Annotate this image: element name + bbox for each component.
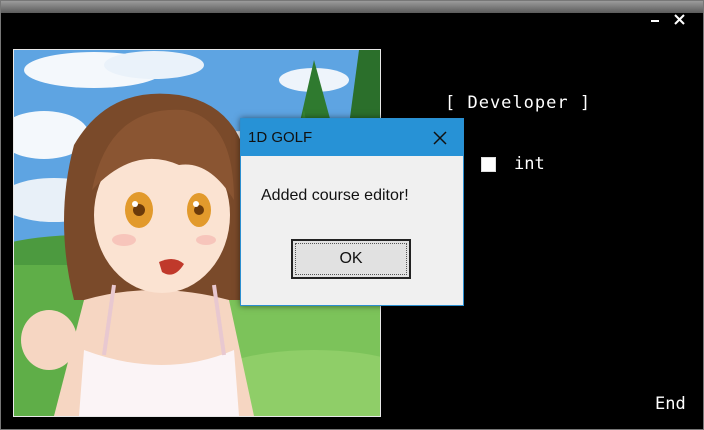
end-button[interactable]: End <box>655 394 686 414</box>
close-icon[interactable] <box>671 12 687 27</box>
minimize-icon[interactable] <box>647 12 663 27</box>
int-checkbox[interactable] <box>481 157 496 172</box>
developer-header: [ Developer ] <box>445 93 592 113</box>
message-dialog: 1D GOLF Added course editor! OK <box>240 118 464 306</box>
close-icon <box>433 131 447 145</box>
window-titlebar <box>1 1 703 13</box>
ok-button[interactable]: OK <box>291 239 411 279</box>
dialog-message: Added course editor! <box>261 187 409 204</box>
int-label[interactable]: int <box>514 154 545 174</box>
dialog-titlebar: 1D GOLF <box>241 119 463 156</box>
dialog-close-button[interactable] <box>417 119 463 156</box>
dialog-title: 1D GOLF <box>248 129 313 146</box>
